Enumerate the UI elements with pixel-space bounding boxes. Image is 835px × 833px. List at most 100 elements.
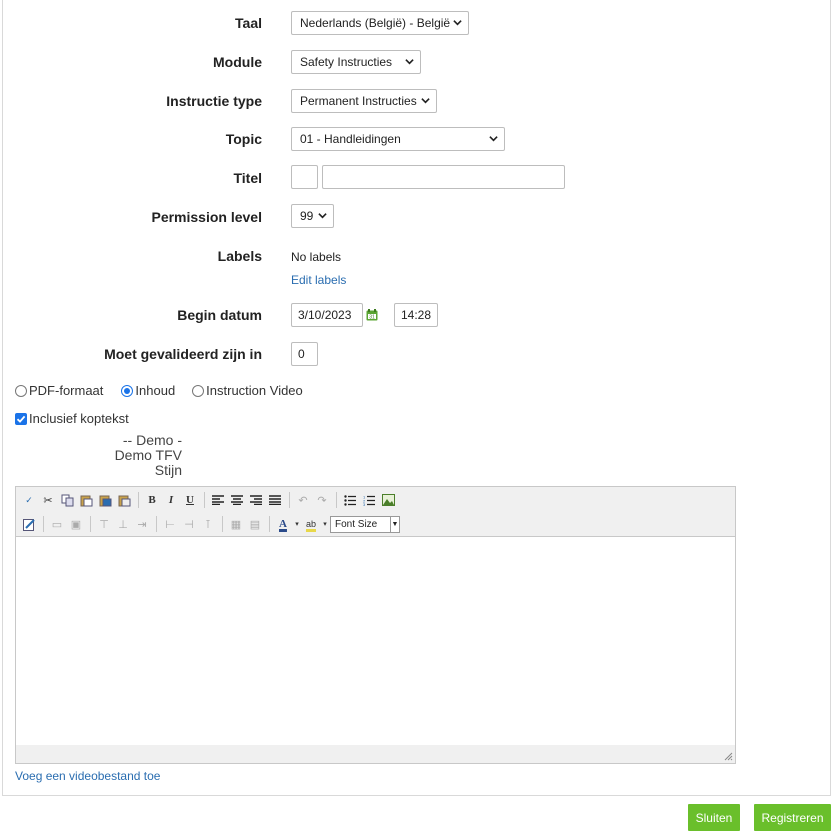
paste-icon[interactable] (77, 491, 95, 509)
titel-prefix-input[interactable] (291, 165, 318, 189)
numbered-list-icon[interactable]: 123 (360, 491, 378, 509)
spellcheck-icon[interactable]: ✓ (20, 491, 38, 509)
edit-labels-link[interactable]: Edit labels (291, 273, 346, 287)
toolbar-separator (138, 492, 139, 508)
koptekst-label: Inclusief koptekst (29, 411, 129, 426)
module-select[interactable]: Safety Instructies (291, 50, 421, 74)
instructie-type-label: Instructie type (166, 93, 262, 109)
cut-icon[interactable]: ✂ (39, 491, 57, 509)
titel-input[interactable] (322, 165, 565, 189)
highlight-dropdown-icon[interactable]: ▾ (321, 515, 329, 533)
radio-inhoud[interactable] (121, 384, 134, 397)
radio-pdf-label: PDF-formaat (29, 383, 104, 398)
merge-cells-icon[interactable]: ▤ (246, 515, 264, 533)
radio-instruction-video[interactable] (192, 384, 205, 397)
titel-label: Titel (233, 170, 262, 186)
instructie-type-value: Permanent Instructies (300, 94, 417, 108)
labels-value: No labels (291, 250, 342, 264)
header-preview: -- Demo - Demo TFV Stijn (103, 433, 182, 478)
time-input[interactable]: 14:28 (394, 303, 438, 327)
chevron-down-icon (318, 213, 327, 219)
resize-handle-icon[interactable] (723, 751, 733, 761)
table-cell-icon[interactable]: ▣ (67, 515, 85, 533)
toolbar-separator (336, 492, 337, 508)
module-label: Module (213, 54, 262, 70)
register-button[interactable]: Registreren (754, 804, 831, 831)
table-row-icon[interactable]: ▭ (48, 515, 66, 533)
delete-col-icon[interactable]: ⊺ (199, 515, 217, 533)
topic-select[interactable]: 01 - Handleidingen (291, 127, 505, 151)
instructie-type-select[interactable]: Permanent Instructies (291, 89, 437, 113)
toolbar-row-2: ▭ ▣ ⊤ ⊥ ⇥ ⊢ ⊣ ⊺ ▦ ▤ A ▾ ab ▾ Font Size ▼ (20, 514, 400, 534)
toolbar-separator (269, 516, 270, 532)
header-line-3: Stijn (154, 462, 182, 478)
permission-value: 99 (300, 209, 314, 223)
italic-icon[interactable]: I (162, 491, 180, 509)
editor-toolbar: ✓ ✂ B I U ↶ ↷ 123 ▭ ▣ ⊤ ⊥ ⇥ ⊢ ⊣ ⊺ ▦ ▤ A … (16, 487, 735, 537)
topic-value: 01 - Handleidingen (300, 132, 401, 146)
underline-icon[interactable]: U (181, 491, 199, 509)
align-left-icon[interactable] (209, 491, 227, 509)
begin-datum-label: Begin datum (177, 307, 262, 323)
editor-content-area[interactable] (16, 538, 735, 746)
toolbar-separator (222, 516, 223, 532)
header-line-1: -- Demo - (122, 432, 182, 448)
svg-text:3: 3 (363, 502, 366, 506)
module-value: Safety Instructies (300, 55, 393, 69)
koptekst-checkbox[interactable] (15, 412, 27, 425)
edit-source-icon[interactable] (20, 515, 38, 533)
insert-row-before-icon[interactable]: ⊤ (95, 515, 113, 533)
copy-icon[interactable] (58, 491, 76, 509)
gevalideerd-label: Moet gevalideerd zijn in (104, 346, 262, 362)
insert-row-after-icon[interactable]: ⊥ (114, 515, 132, 533)
bold-icon[interactable]: B (143, 491, 161, 509)
toolbar-separator (156, 516, 157, 532)
calendar-icon[interactable]: 31 (366, 309, 378, 321)
date-input[interactable]: 3/10/2023 (291, 303, 363, 327)
radio-pdf[interactable] (15, 384, 27, 397)
toolbar-separator (289, 492, 290, 508)
close-button[interactable]: Sluiten (688, 804, 740, 831)
align-justify-icon[interactable] (266, 491, 284, 509)
taal-label: Taal (235, 15, 262, 31)
undo-icon[interactable]: ↶ (294, 491, 312, 509)
font-size-arrow-icon: ▼ (390, 516, 399, 532)
labels-label: Labels (217, 248, 262, 264)
font-color-icon[interactable]: A (274, 515, 292, 533)
split-cells-icon[interactable]: ▦ (227, 515, 245, 533)
radio-video-label: Instruction Video (206, 383, 303, 398)
font-color-dropdown-icon[interactable]: ▾ (293, 515, 301, 533)
taal-select[interactable]: Nederlands (België) - België (291, 11, 469, 35)
paste-word-icon[interactable] (96, 491, 114, 509)
align-right-icon[interactable] (247, 491, 265, 509)
align-center-icon[interactable] (228, 491, 246, 509)
chevron-down-icon (489, 136, 498, 142)
image-icon[interactable] (379, 491, 397, 509)
insert-col-after-icon[interactable]: ⊣ (180, 515, 198, 533)
toolbar-separator (90, 516, 91, 532)
permission-select[interactable]: 99 (291, 204, 334, 228)
header-line-2: Demo TFV (114, 447, 182, 463)
insert-col-before-icon[interactable]: ⊢ (161, 515, 179, 533)
gevalideerd-input[interactable]: 0 (291, 342, 318, 366)
delete-row-icon[interactable]: ⇥ (133, 515, 151, 533)
font-size-select[interactable]: Font Size ▼ (330, 515, 400, 533)
chevron-down-icon (421, 98, 430, 104)
header-toggle: Inclusief koptekst (15, 411, 129, 426)
toolbar-row-1: ✓ ✂ B I U ↶ ↷ 123 (20, 490, 398, 510)
highlight-color-icon[interactable]: ab (302, 515, 320, 533)
bullet-list-icon[interactable] (341, 491, 359, 509)
rich-text-editor: ✓ ✂ B I U ↶ ↷ 123 ▭ ▣ ⊤ ⊥ ⇥ ⊢ ⊣ ⊺ ▦ ▤ A … (15, 486, 736, 764)
permission-label: Permission level (151, 209, 262, 225)
content-type-group: PDF-formaat Inhoud Instruction Video (15, 383, 303, 398)
toolbar-separator (43, 516, 44, 532)
redo-icon[interactable]: ↷ (313, 491, 331, 509)
svg-text:31: 31 (369, 315, 375, 321)
paste-text-icon[interactable] (115, 491, 133, 509)
check-icon (16, 415, 26, 423)
chevron-down-icon (405, 59, 414, 65)
font-size-label: Font Size (335, 518, 378, 530)
form-panel: Taal Nederlands (België) - België Module… (2, 0, 831, 796)
add-video-link[interactable]: Voeg een videobestand toe (15, 769, 160, 783)
radio-inhoud-label: Inhoud (135, 383, 176, 398)
